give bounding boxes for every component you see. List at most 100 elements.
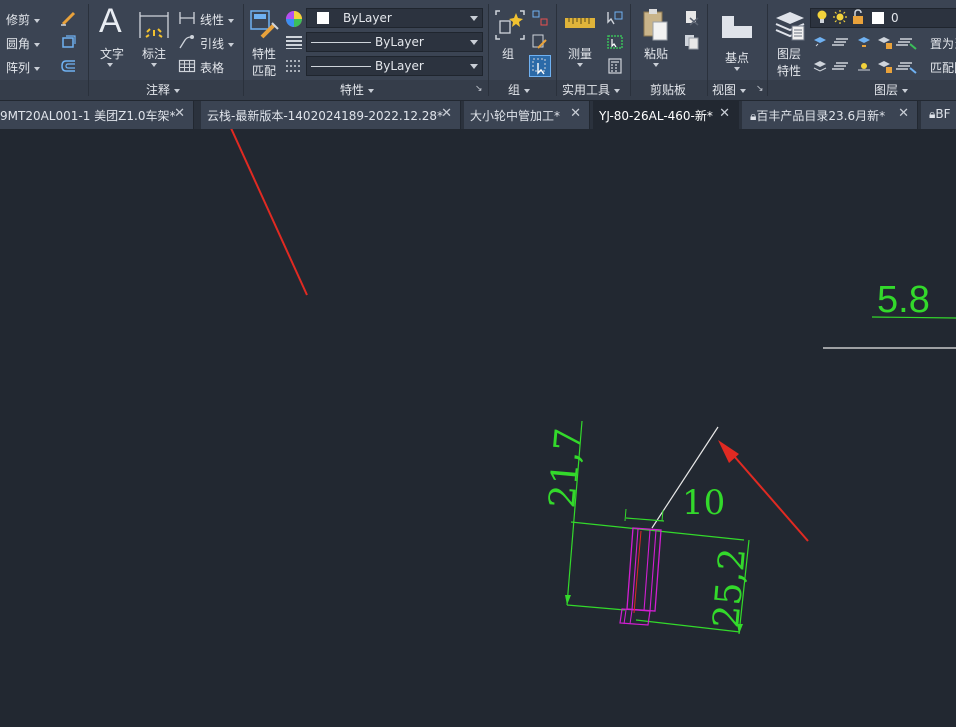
panel-separator	[88, 4, 89, 96]
calculator-icon[interactable]	[606, 58, 624, 74]
chevron-down-icon	[470, 16, 478, 21]
line-sample	[311, 66, 371, 67]
linetype-dropdown[interactable]: ByLayer	[306, 56, 483, 76]
document-tab[interactable]: 🔒︎BF	[921, 101, 956, 129]
annotation-arrow-bottom	[718, 440, 809, 542]
part-profile[interactable]	[619, 527, 662, 626]
document-tab-active[interactable]: YJ-80-26AL-460-新* ✕	[593, 101, 739, 129]
text-label: 文字	[100, 47, 125, 61]
dim-text-top: 5.8	[877, 279, 930, 321]
match-properties-icon	[250, 10, 279, 39]
drawing-svg: 5.8 21,7 10 25,2	[230, 129, 956, 635]
layer-properties-label-1: 图层	[777, 47, 802, 61]
offset-icon[interactable]	[60, 58, 78, 74]
panel-separator	[556, 4, 557, 96]
panel-launcher-icon[interactable]: ↘	[475, 84, 483, 94]
chevron-down-icon	[34, 66, 41, 71]
document-tab[interactable]: 🔒︎百丰产品目录23.6月新* ✕	[742, 101, 918, 129]
select-all-icon[interactable]	[606, 34, 624, 50]
document-tabs: 9MT20AL001-1 美团Z1.0车架* ✕ 云栈-最新版本-1402024…	[0, 101, 956, 129]
dim-text-vertical: 21,7	[542, 426, 590, 509]
chevron-down-icon	[107, 63, 113, 67]
layers-panel-title-text: 图层	[874, 83, 899, 97]
linear-dim-icon	[179, 12, 195, 24]
group-selection-toggle[interactable]	[529, 55, 551, 77]
document-tab[interactable]: 大小轮中管加工* ✕	[464, 101, 590, 129]
chevron-down-icon	[228, 18, 235, 23]
match-label-1: 特性	[252, 47, 277, 61]
annotation-arrow-top	[230, 129, 308, 296]
color-dropdown[interactable]: ByLayer	[306, 8, 483, 28]
dim-text-right: 25,2	[706, 546, 754, 629]
leader-label-text: 引线	[200, 37, 225, 51]
annotation-panel-title[interactable]: 注释	[146, 81, 181, 98]
chevron-down-icon	[174, 88, 181, 93]
dim-text-horizontal: 10	[682, 483, 725, 523]
layer-tools-row-1[interactable]	[812, 34, 932, 50]
trim-button[interactable]: 修剪	[6, 11, 41, 28]
color-value: ByLayer	[343, 11, 392, 25]
tab-label: 云栈-最新版本-1402024189-2022.12.28*	[207, 109, 444, 123]
chevron-down-icon	[368, 88, 375, 93]
close-icon[interactable]: ✕	[719, 106, 730, 121]
current-layer-name: 0	[891, 11, 899, 25]
dimension-10[interactable]: 10	[624, 483, 725, 523]
lineweight-dropdown[interactable]: ByLayer	[306, 32, 483, 52]
lineweight-value: ByLayer	[375, 35, 424, 49]
unlock-icon	[851, 9, 865, 28]
match-layer-button[interactable]: 匹配图	[930, 59, 956, 76]
panel-separator	[767, 4, 768, 96]
clipboard-panel-title[interactable]: 剪贴板	[650, 81, 686, 98]
document-tab[interactable]: 云栈-最新版本-1402024189-2022.12.28* ✕	[201, 101, 461, 129]
close-icon[interactable]: ✕	[898, 106, 909, 121]
erase-icon[interactable]	[60, 10, 78, 26]
tab-label: 百丰产品目录23.6月新*	[756, 109, 886, 123]
chevron-down-icon	[577, 63, 583, 67]
layers-panel-title[interactable]: 图层	[874, 81, 909, 98]
layer-tools-row-2[interactable]	[812, 58, 932, 74]
sun-icon	[833, 9, 847, 28]
lineweight-icon	[286, 36, 302, 49]
chevron-down-icon	[614, 88, 621, 93]
close-icon[interactable]: ✕	[570, 106, 581, 121]
ruler-icon	[565, 18, 595, 28]
close-icon[interactable]: ✕	[441, 106, 452, 121]
chevron-down-icon	[740, 88, 747, 93]
chevron-down-icon	[734, 67, 740, 71]
array-button[interactable]: 阵列	[6, 59, 41, 76]
close-icon[interactable]: ✕	[174, 106, 185, 121]
explode-icon[interactable]	[60, 34, 78, 50]
set-current-button[interactable]: 置为当	[930, 35, 956, 52]
properties-panel-title[interactable]: 特性	[340, 81, 375, 98]
utilities-panel-title[interactable]: 实用工具	[562, 81, 621, 98]
view-panel-title[interactable]: 视图	[712, 81, 747, 98]
chevron-down-icon	[470, 64, 478, 69]
tab-label: YJ-80-26AL-460-新*	[599, 109, 713, 123]
panel-launcher-icon[interactable]: ↘	[756, 84, 764, 94]
annotation-panel-title-text: 注释	[146, 83, 171, 97]
dimension-5-8[interactable]: 5.8	[871, 279, 956, 321]
drawing-canvas[interactable]: 5.8 21,7 10 25,2	[0, 129, 956, 727]
panel-separator	[707, 4, 708, 96]
layer-dropdown[interactable]: 0	[810, 8, 956, 28]
groups-panel-title[interactable]: 组	[508, 81, 531, 98]
leader-label: 引线	[200, 35, 235, 52]
color-swatch	[317, 12, 329, 24]
trim-label: 修剪	[6, 13, 31, 27]
group-edit-icon[interactable]	[532, 34, 548, 50]
linear-label: 线性	[200, 11, 235, 28]
document-tab[interactable]: 9MT20AL001-1 美团Z1.0车架* ✕	[0, 101, 194, 129]
linear-label-text: 线性	[200, 13, 225, 27]
chevron-down-icon	[151, 63, 157, 67]
ribbon: 修剪 圆角 阵列 A 文字 标注 线性 引线 表格 注释 特性 匹配 ByLay…	[0, 0, 956, 100]
tab-label: 9MT20AL001-1 美团Z1.0车架*	[0, 109, 176, 123]
cut-icon[interactable]	[684, 10, 700, 26]
ungroup-icon[interactable]	[532, 10, 548, 26]
color-wheel-icon	[286, 11, 302, 27]
fillet-button[interactable]: 圆角	[6, 35, 41, 52]
fillet-label: 圆角	[6, 37, 31, 51]
paste-clipboard-icon	[643, 9, 668, 41]
linetype-value: ByLayer	[375, 59, 424, 73]
copy-icon[interactable]	[684, 34, 700, 50]
quick-select-icon[interactable]	[606, 10, 624, 26]
